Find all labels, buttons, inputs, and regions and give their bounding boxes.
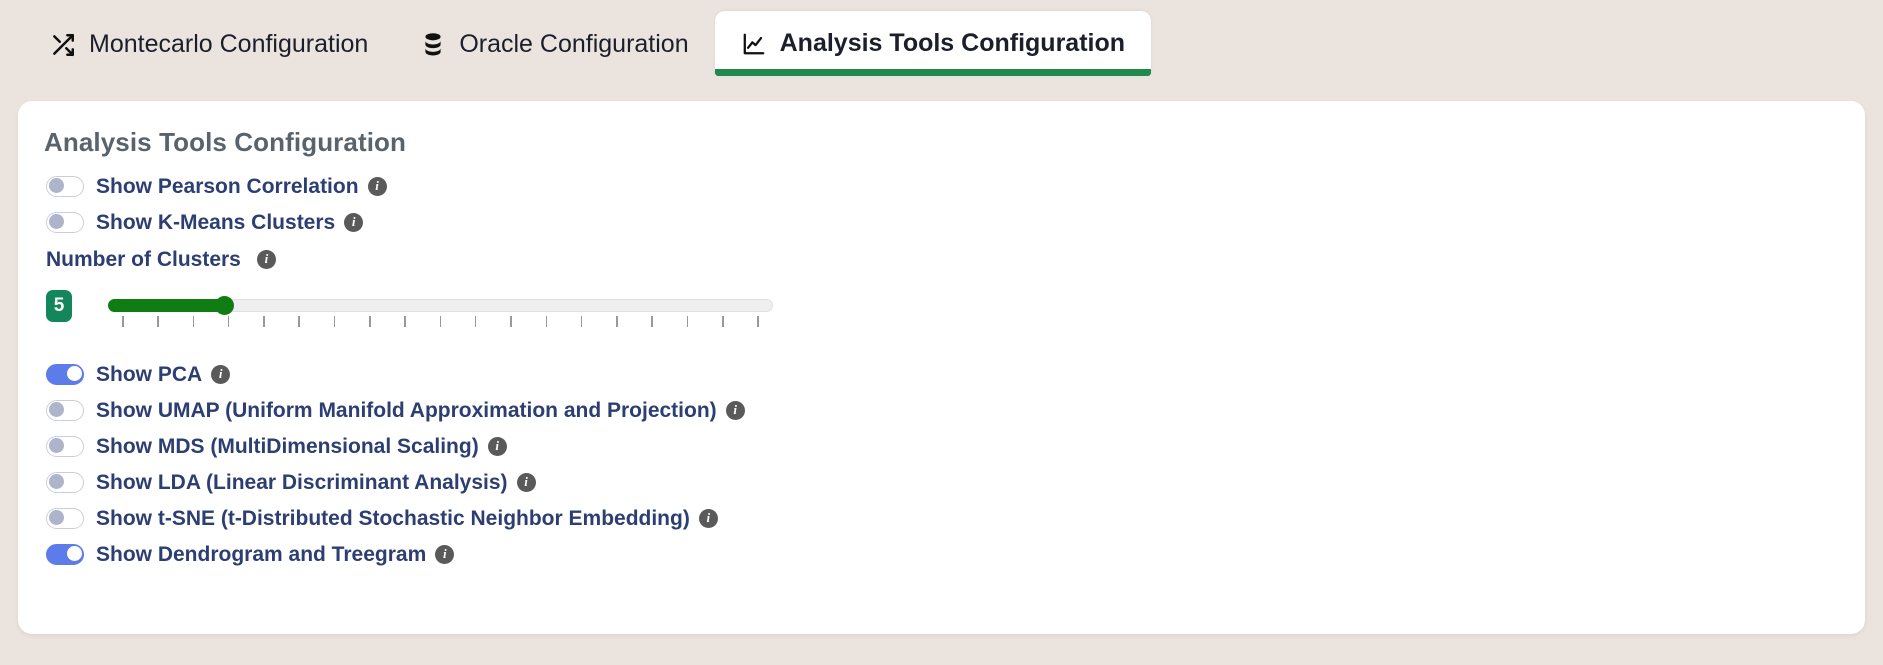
toggle-tsne[interactable] [46,507,84,529]
toggle-pearson-correlation[interactable] [46,175,84,197]
slider-value-badge: 5 [46,290,72,323]
toggle-row-dendrogram[interactable]: Show Dendrogram and Treegram i [44,536,1835,572]
info-icon[interactable]: i [725,400,745,420]
analysis-tools-configuration-card: Analysis Tools Configuration Show Pearso… [18,101,1865,634]
toggle-knob [48,214,64,230]
toggle-knob [66,546,82,562]
toggle-row-kmeans-clusters[interactable]: Show K-Means Clusters i [44,204,1835,240]
toggle-label: Show MDS (MultiDimensional Scaling) [96,434,479,458]
number-of-clusters-label-row: Number of Clusters i [46,242,1835,276]
toggle-label: Show PCA [96,362,203,386]
slider-tick-marks [108,316,773,328]
toggle-row-umap[interactable]: Show UMAP (Uniform Manifold Approximatio… [44,392,1835,428]
tab-bar: Montecarlo Configuration Oracle Configur… [0,0,1883,76]
toggle-label: Show Dendrogram and Treegram [96,542,427,566]
toggle-label: Show Pearson Correlation [96,174,359,198]
toggle-row-pca[interactable]: Show PCA i [44,356,1835,392]
toggle-knob [48,438,64,454]
shuffle-icon [50,32,76,58]
tab-montecarlo-configuration[interactable]: Montecarlo Configuration [24,13,394,76]
toggle-pca[interactable] [46,363,84,385]
info-icon[interactable]: i [435,544,455,564]
toggle-label: Show K-Means Clusters [96,210,336,234]
toggle-knob [48,178,64,194]
toggle-umap[interactable] [46,399,84,421]
slider-track-wrap[interactable] [108,296,773,316]
info-icon[interactable]: i [487,436,507,456]
chart-line-icon [741,31,767,57]
toggle-label: Show UMAP (Uniform Manifold Approximatio… [96,398,717,422]
toggle-knob [48,474,64,490]
toggle-dendrogram[interactable] [46,543,84,565]
slider-thumb[interactable] [215,296,234,316]
toggle-knob [48,402,64,418]
info-icon[interactable]: i [367,176,387,196]
toggle-knob [66,366,82,382]
page-title: Analysis Tools Configuration [44,127,407,157]
toggle-mds[interactable] [46,435,84,457]
info-icon[interactable]: i [256,249,276,269]
toggle-label: Show LDA (Linear Discriminant Analysis) [96,470,508,494]
info-icon[interactable]: i [516,472,536,492]
tab-label: Analysis Tools Configuration [779,29,1126,57]
analysis-toggles-group: Show PCA i Show UMAP (Uniform Manifold A… [44,356,1835,572]
toggle-row-tsne[interactable]: Show t-SNE (t-Distributed Stochastic Nei… [44,500,1835,536]
number-of-clusters-label: Number of Clusters [46,247,241,271]
database-icon [420,32,446,58]
toggle-row-mds[interactable]: Show MDS (MultiDimensional Scaling) i [44,428,1835,464]
info-icon[interactable]: i [698,508,718,528]
toggle-knob [48,510,64,526]
number-of-clusters-slider[interactable]: 5 [46,288,1835,350]
toggle-kmeans-clusters[interactable] [46,211,84,233]
toggle-row-pearson-correlation[interactable]: Show Pearson Correlation i [44,168,1835,204]
toggle-lda[interactable] [46,471,84,493]
slider-fill [108,299,228,313]
toggle-label: Show t-SNE (t-Distributed Stochastic Nei… [96,506,690,530]
tab-oracle-configuration[interactable]: Oracle Configuration [394,13,714,76]
tab-label: Montecarlo Configuration [89,30,369,58]
info-icon[interactable]: i [344,212,364,232]
tab-analysis-tools-configuration[interactable]: Analysis Tools Configuration [714,11,1152,76]
info-icon[interactable]: i [211,364,231,384]
toggle-row-lda[interactable]: Show LDA (Linear Discriminant Analysis) … [44,464,1835,500]
tab-label: Oracle Configuration [459,30,689,58]
